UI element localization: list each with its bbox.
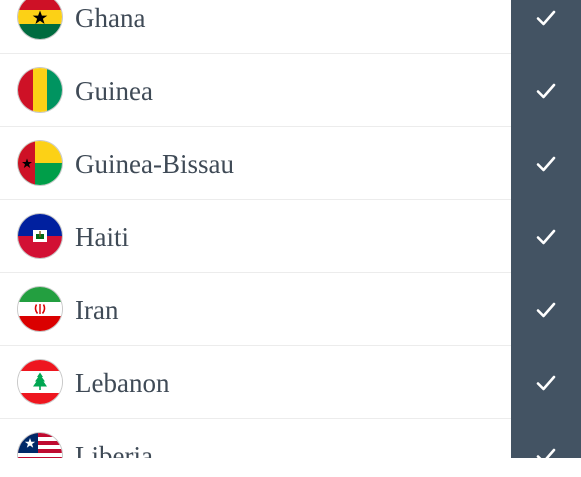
country-name: Haiti [75,222,129,252]
haiti-flag-icon [18,214,62,258]
guinea-bissau-flag-icon [18,141,62,185]
guinea-flag-icon [18,68,62,112]
checkbox-haiti[interactable] [511,200,581,273]
ghana-flag-icon [18,0,62,39]
list-item-iran[interactable]: Iran [0,273,581,346]
checkmark-icon [536,448,556,458]
checkbox-liberia[interactable] [511,419,581,458]
country-name: Lebanon [75,368,170,398]
checkmark-icon [536,229,556,244]
checkbox-guinea-bissau[interactable] [511,127,581,200]
checkmark-icon [536,375,556,390]
iran-flag-icon [18,287,62,331]
country-name: Guinea [75,76,153,106]
checkbox-ghana[interactable] [511,0,581,54]
country-list: Ghana Guinea Guinea-Bissau Haiti Iran Le… [0,0,581,458]
checkbox-lebanon[interactable] [511,346,581,419]
checkmark-icon [536,302,556,317]
country-name: Iran [75,295,119,325]
country-name: Ghana [75,3,146,33]
list-item-guinea[interactable]: Guinea [0,54,581,127]
list-item-liberia[interactable]: Liberia [0,419,581,458]
checkbox-iran[interactable] [511,273,581,346]
country-name: Liberia [75,441,153,458]
list-item-guinea-bissau[interactable]: Guinea-Bissau [0,127,581,200]
checkbox-guinea[interactable] [511,54,581,127]
lebanon-flag-icon [18,360,62,404]
country-name: Guinea-Bissau [75,149,234,179]
checkmark-icon [536,10,556,25]
checkmark-icon [536,83,556,98]
checkmark-icon [536,156,556,171]
list-item-haiti[interactable]: Haiti [0,200,581,273]
list-item-lebanon[interactable]: Lebanon [0,346,581,419]
list-item-ghana[interactable]: Ghana [0,0,581,54]
liberia-flag-icon [18,433,62,458]
